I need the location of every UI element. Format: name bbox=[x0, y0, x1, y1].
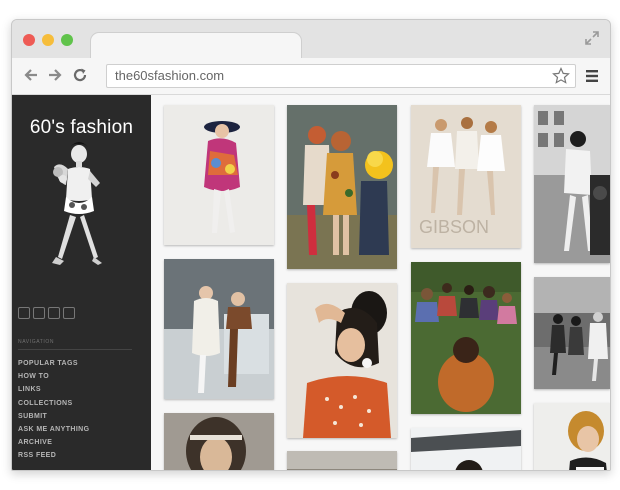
landscape-strip-photo[interactable] bbox=[287, 451, 397, 470]
nav-heading: NAVIGATION bbox=[18, 339, 55, 345]
nav-item-rss-feed[interactable]: RSS FEED bbox=[18, 449, 89, 462]
nav-item-collections[interactable]: COLLECTIONS bbox=[18, 397, 89, 410]
snow-landscape-photo[interactable] bbox=[411, 428, 521, 470]
maximize-window-button[interactable] bbox=[61, 34, 73, 46]
forward-arrow-icon[interactable] bbox=[46, 66, 64, 84]
address-bar-url: the60sfashion.com bbox=[115, 68, 225, 83]
nav-item-links[interactable]: LINKS bbox=[18, 383, 89, 396]
group-on-grass-photo[interactable] bbox=[411, 262, 521, 414]
menu-icon[interactable] bbox=[585, 69, 599, 83]
nav-item-how-to[interactable]: HOW TO bbox=[18, 370, 89, 383]
nav-item-submit[interactable]: SUBMIT bbox=[18, 410, 89, 423]
sidebar-nav: POPULAR TAGS HOW TO LINKS COLLECTIONS SU… bbox=[18, 357, 89, 463]
bookmark-star-icon[interactable] bbox=[552, 67, 570, 85]
fullscreen-icon[interactable] bbox=[584, 30, 600, 46]
browser-window: the60sfashion.com 60's fashion NAVIGATIO… bbox=[11, 19, 611, 471]
nav-item-popular-tags[interactable]: POPULAR TAGS bbox=[18, 357, 89, 370]
browser-toolbar: the60sfashion.com bbox=[12, 58, 610, 95]
browser-tab[interactable] bbox=[90, 32, 302, 60]
back-arrow-icon[interactable] bbox=[22, 66, 40, 84]
street-scene-photo[interactable] bbox=[534, 277, 610, 389]
page-content: 60's fashion NAVIGATION POPULAR TAGS HOW… bbox=[12, 95, 610, 470]
woman-bob-haircut-photo[interactable] bbox=[534, 403, 610, 470]
facebook-icon[interactable] bbox=[18, 307, 30, 319]
pinterest-icon[interactable] bbox=[63, 307, 75, 319]
woman-headband-portrait-photo[interactable] bbox=[164, 413, 274, 470]
reload-icon[interactable] bbox=[71, 66, 89, 84]
browser-titlebar bbox=[12, 20, 610, 60]
address-bar[interactable]: the60sfashion.com bbox=[106, 64, 576, 88]
model-floral-dress-hat-photo[interactable] bbox=[164, 105, 274, 245]
close-window-button[interactable] bbox=[23, 34, 35, 46]
model-white-coat-ice-photo[interactable] bbox=[164, 259, 274, 399]
twitter-icon[interactable] bbox=[33, 307, 45, 319]
site-title[interactable]: 60's fashion bbox=[12, 117, 151, 139]
nav-item-ask-me-anything[interactable]: ASK ME ANYTHING bbox=[18, 423, 89, 436]
festival-crowd-photo[interactable] bbox=[287, 105, 397, 269]
woman-mailbox-street-photo[interactable] bbox=[534, 105, 610, 263]
sidebar-model-portrait-image bbox=[52, 142, 102, 265]
minimize-window-button[interactable] bbox=[42, 34, 54, 46]
sidebar: 60's fashion NAVIGATION POPULAR TAGS HOW… bbox=[12, 95, 151, 470]
nav-item-archive[interactable]: ARCHIVE bbox=[18, 436, 89, 449]
nav-divider bbox=[18, 349, 132, 350]
svg-text:GIBSON: GIBSON bbox=[419, 217, 489, 237]
instagram-icon[interactable] bbox=[48, 307, 60, 319]
three-models-magazine-photo[interactable]: GIBSON bbox=[411, 105, 521, 248]
woman-orange-dress-portrait-photo[interactable] bbox=[287, 283, 397, 438]
